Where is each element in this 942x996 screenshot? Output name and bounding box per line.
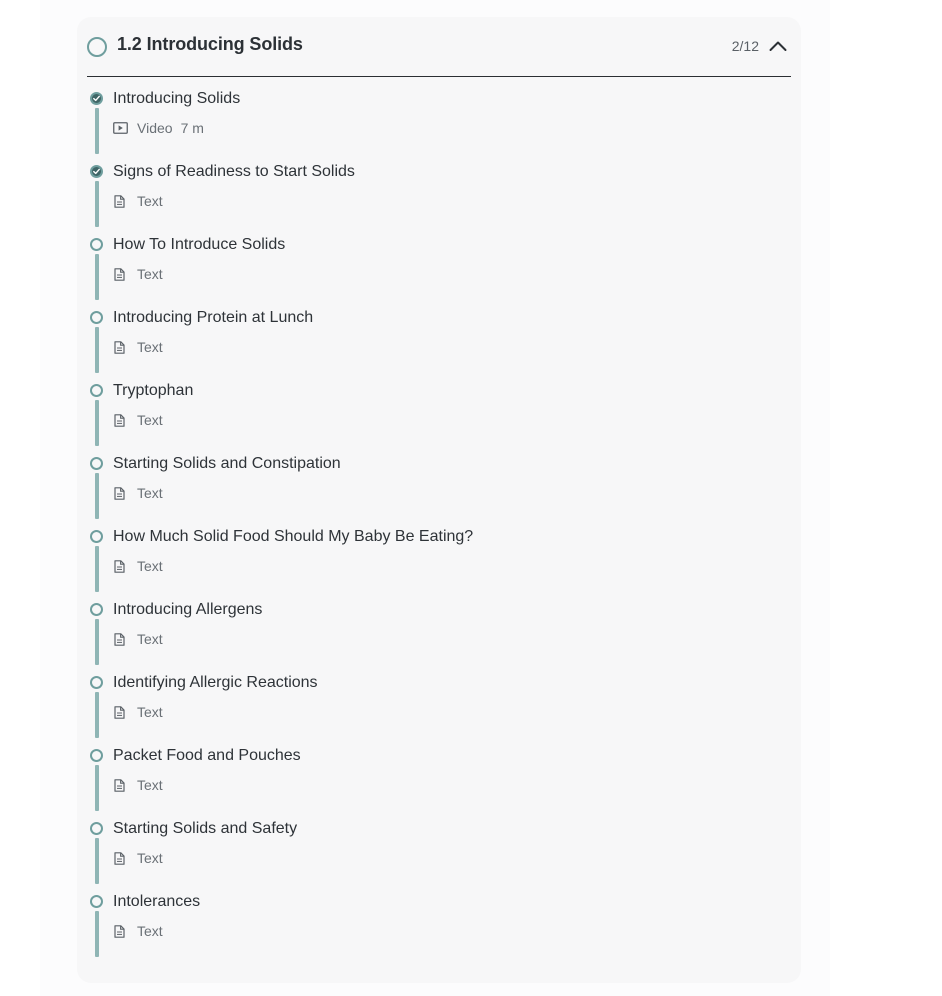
incomplete-circle-icon	[90, 530, 103, 543]
document-icon	[114, 777, 128, 793]
lesson-title: Identifying Allergic Reactions	[113, 674, 318, 691]
completed-check-icon	[90, 165, 103, 178]
lesson-item[interactable]: How Much Solid Food Should My Baby Be Ea…	[77, 528, 801, 601]
lesson-track-bar	[95, 108, 99, 154]
document-icon	[114, 485, 128, 501]
lesson-item[interactable]: Starting Solids and Constipation Text	[77, 455, 801, 528]
lesson-type: Text	[137, 266, 163, 282]
lesson-track-bar	[95, 765, 99, 811]
lesson-title: Signs of Readiness to Start Solids	[113, 163, 355, 180]
lesson-track-bar	[95, 254, 99, 300]
lesson-meta: Text	[113, 557, 163, 575]
document-icon	[114, 339, 128, 355]
lesson-track-bar	[95, 327, 99, 373]
incomplete-circle-icon	[90, 238, 103, 251]
lesson-track-bar	[95, 692, 99, 738]
lesson-title: Introducing Protein at Lunch	[113, 309, 314, 326]
lesson-meta: Text	[113, 484, 163, 502]
incomplete-circle-icon	[90, 384, 103, 397]
lesson-item[interactable]: Identifying Allergic Reactions Text	[77, 674, 801, 747]
lesson-item[interactable]: Introducing Solids Video 7 m	[77, 90, 801, 163]
lesson-type: Text	[137, 485, 163, 501]
document-icon	[114, 631, 128, 647]
completed-check-icon	[90, 92, 103, 105]
lesson-track-bar	[95, 911, 99, 957]
incomplete-circle-icon	[90, 895, 103, 908]
lesson-type: Text	[137, 850, 163, 866]
lesson-meta: Text	[113, 849, 163, 867]
section-card: 1.2 Introducing Solids 2/12 Introducing …	[77, 17, 801, 983]
section-status-circle-icon	[87, 37, 107, 57]
incomplete-circle-icon	[90, 822, 103, 835]
lesson-meta: Text	[113, 265, 163, 283]
lesson-type: Text	[137, 777, 163, 793]
lesson-title: Intolerances	[113, 893, 201, 910]
lesson-title: How Much Solid Food Should My Baby Be Ea…	[113, 528, 474, 545]
document-icon	[114, 923, 128, 939]
video-icon	[113, 120, 131, 136]
lesson-item[interactable]: Signs of Readiness to Start Solids Text	[77, 163, 801, 236]
lesson-duration: 7 m	[180, 120, 204, 136]
incomplete-circle-icon	[90, 603, 103, 616]
document-icon	[114, 850, 128, 866]
section-title: 1.2 Introducing Solids	[117, 34, 303, 54]
lesson-meta: Video 7 m	[113, 119, 204, 137]
lesson-meta: Text	[113, 411, 163, 429]
incomplete-circle-icon	[90, 311, 103, 324]
lesson-track-bar	[95, 619, 99, 665]
lesson-meta: Text	[113, 922, 163, 940]
document-icon	[114, 412, 128, 428]
lesson-meta: Text	[113, 338, 163, 356]
lesson-track-bar	[95, 838, 99, 884]
lesson-item[interactable]: How To Introduce Solids Text	[77, 236, 801, 309]
lesson-track-bar	[95, 181, 99, 227]
lesson-item[interactable]: Tryptophan Text	[77, 382, 801, 455]
lesson-title: Starting Solids and Safety	[113, 820, 298, 837]
lesson-title: Tryptophan	[113, 382, 194, 399]
lesson-type: Text	[137, 412, 163, 428]
lesson-item[interactable]: Packet Food and Pouches Text	[77, 747, 801, 820]
document-icon	[114, 704, 128, 720]
chevron-up-icon[interactable]	[767, 35, 789, 57]
lesson-type: Text	[137, 339, 163, 355]
lesson-title: Introducing Allergens	[113, 601, 263, 618]
lesson-meta: Text	[113, 776, 163, 794]
lesson-type: Video	[137, 120, 173, 136]
lesson-track-bar	[95, 546, 99, 592]
document-icon	[114, 558, 128, 574]
lesson-title: Starting Solids and Constipation	[113, 455, 341, 472]
lesson-type: Text	[137, 923, 163, 939]
lesson-track-bar	[95, 400, 99, 446]
lesson-item[interactable]: Introducing Allergens Text	[77, 601, 801, 674]
lesson-type: Text	[137, 704, 163, 720]
lesson-meta: Text	[113, 192, 163, 210]
lesson-meta: Text	[113, 630, 163, 648]
lesson-type: Text	[137, 193, 163, 209]
lesson-item[interactable]: Intolerances Text	[77, 893, 801, 966]
lesson-title: Packet Food and Pouches	[113, 747, 301, 764]
incomplete-circle-icon	[90, 749, 103, 762]
lesson-title: How To Introduce Solids	[113, 236, 286, 253]
lesson-meta: Text	[113, 703, 163, 721]
document-icon	[114, 266, 128, 282]
lesson-type: Text	[137, 631, 163, 647]
lesson-type: Text	[137, 558, 163, 574]
lesson-item[interactable]: Starting Solids and Safety Text	[77, 820, 801, 893]
section-header[interactable]: 1.2 Introducing Solids 2/12	[87, 17, 791, 77]
lesson-title: Introducing Solids	[113, 90, 241, 107]
incomplete-circle-icon	[90, 457, 103, 470]
lesson-track-bar	[95, 473, 99, 519]
document-icon	[114, 193, 128, 209]
lesson-list: Introducing Solids Video 7 m Signs of Readi…	[77, 90, 801, 966]
lesson-item[interactable]: Introducing Protein at Lunch Text	[77, 309, 801, 382]
section-progress: 2/12	[731, 38, 759, 54]
incomplete-circle-icon	[90, 676, 103, 689]
